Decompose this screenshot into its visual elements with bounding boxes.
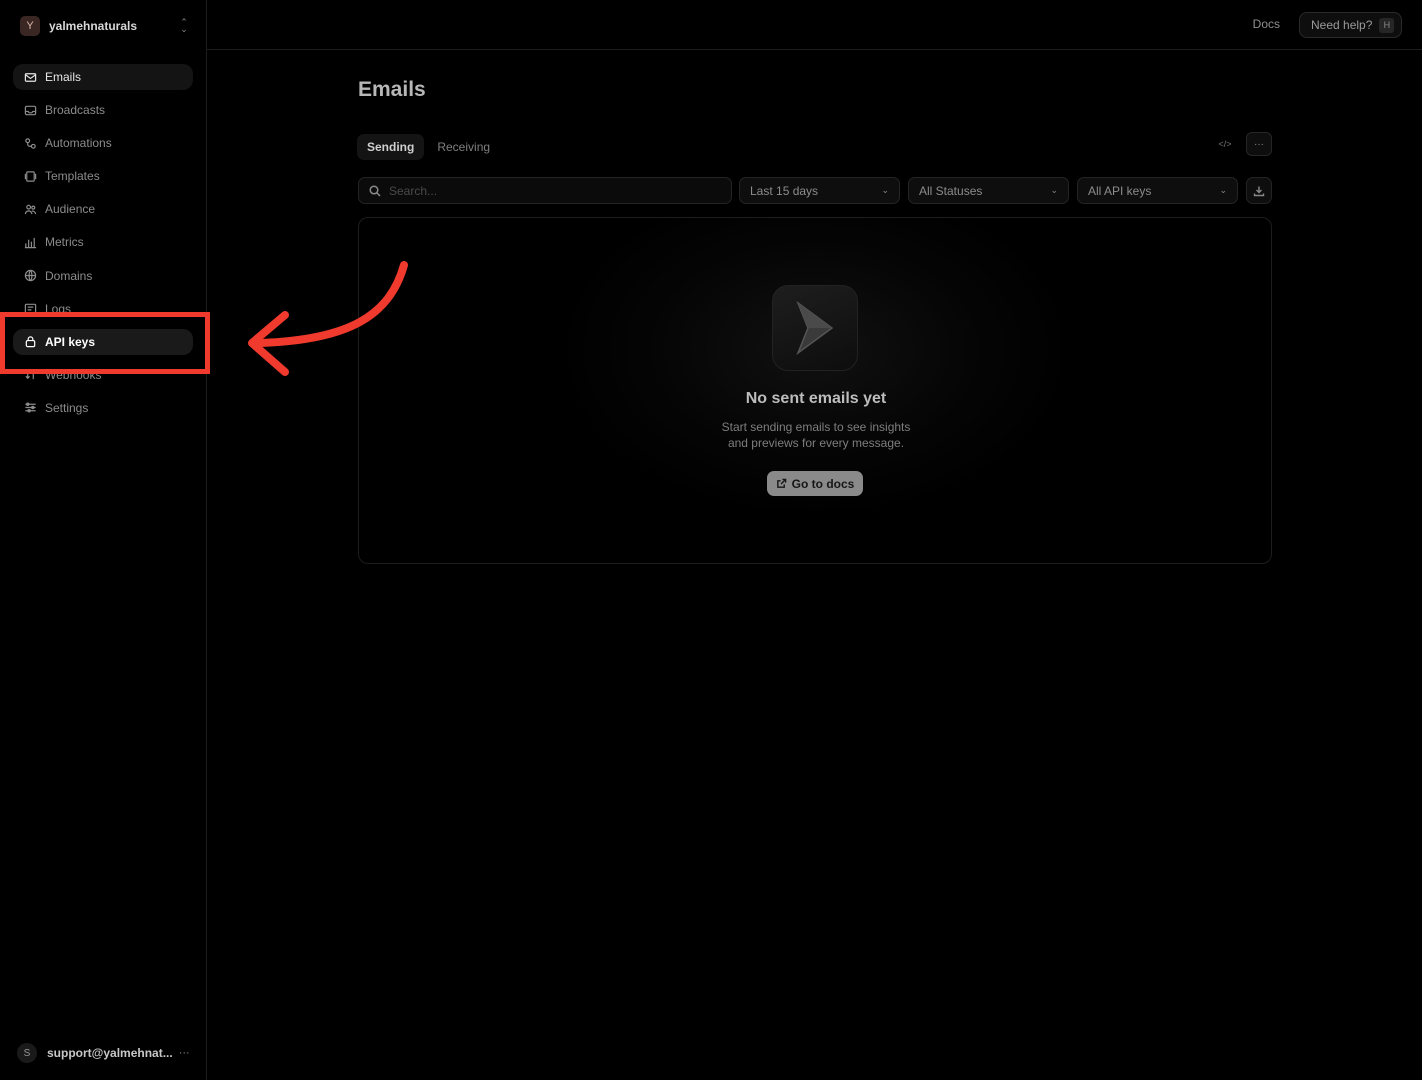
status-value: All Statuses xyxy=(919,183,983,198)
sidebar-item-label: Domains xyxy=(45,268,93,283)
tab-sending[interactable]: Sending xyxy=(357,134,425,160)
sidebar-item-label: API keys xyxy=(45,334,96,349)
sidebar-item-logs[interactable]: Logs xyxy=(13,296,193,322)
template-icon xyxy=(24,170,37,183)
workspace-name: yalmehnaturals xyxy=(49,19,138,33)
sidebar-item-settings[interactable]: Settings xyxy=(13,395,193,421)
search-field xyxy=(358,177,732,204)
go-to-docs-button[interactable]: Go to docs xyxy=(767,471,863,496)
download-icon xyxy=(1253,186,1265,196)
sidebar-item-webhooks[interactable]: Webhooks xyxy=(13,362,193,388)
account-menu[interactable]: S support@yalmehnat... ··· xyxy=(17,1043,197,1063)
page-title: Emails xyxy=(358,78,426,101)
empty-state-title: No sent emails yet xyxy=(745,390,887,407)
resend-logo-icon xyxy=(772,285,858,371)
sidebar-item-broadcasts[interactable]: Broadcasts xyxy=(13,97,193,123)
sidebar-item-audience[interactable]: Audience xyxy=(13,196,193,222)
sidebar-item-label: Metrics xyxy=(45,235,84,250)
sliders-icon xyxy=(24,401,37,414)
empty-state-line: Start sending emails to see insights xyxy=(721,420,911,434)
code-icon[interactable]: </> xyxy=(1212,132,1238,156)
bar-chart-icon xyxy=(24,236,37,249)
empty-state-description: Start sending emails to see insights and… xyxy=(359,419,1271,451)
workspace-avatar: Y xyxy=(20,16,40,36)
docs-link[interactable]: Docs xyxy=(1253,17,1280,31)
tabs: Sending Receiving xyxy=(357,134,503,160)
chevron-down-icon: ⌄ xyxy=(1050,185,1058,195)
sidebar: Y yalmehnaturals ⌃ ⌄ Emails Broadcasts Au… xyxy=(0,0,207,1080)
globe-icon xyxy=(24,269,37,282)
inbox-icon xyxy=(24,104,37,117)
sidebar-item-label: Logs xyxy=(45,301,72,316)
chevron-up-down-icon: ⌃ ⌄ xyxy=(180,17,188,34)
sidebar-item-label: Audience xyxy=(45,202,96,217)
go-to-docs-label: Go to docs xyxy=(791,476,855,491)
mail-icon xyxy=(24,71,37,84)
sidebar-item-label: Automations xyxy=(45,136,112,151)
lock-icon xyxy=(24,335,37,348)
chevron-down-icon: ⌄ xyxy=(1219,185,1227,195)
date-range-select[interactable]: Last 15 days ⌄ xyxy=(739,177,900,204)
logs-icon xyxy=(24,302,37,315)
api-key-select[interactable]: All API keys ⌄ xyxy=(1077,177,1238,204)
search-input[interactable] xyxy=(389,183,709,198)
sidebar-item-label: Settings xyxy=(45,400,89,415)
empty-state-card: No sent emails yet Start sending emails … xyxy=(358,217,1272,564)
keyboard-shortcut: H xyxy=(1379,17,1395,33)
api-key-value: All API keys xyxy=(1088,183,1152,198)
sidebar-nav: Emails Broadcasts Automations Templates … xyxy=(13,64,193,428)
sidebar-item-label: Templates xyxy=(45,169,100,184)
sidebar-item-label: Emails xyxy=(45,70,82,84)
more-icon[interactable]: ··· xyxy=(179,1047,190,1059)
top-bar: Docs Need help? H xyxy=(207,0,1422,50)
sidebar-item-label: Webhooks xyxy=(45,367,102,382)
avatar: S xyxy=(17,1043,37,1063)
chevron-down-icon: ⌄ xyxy=(881,185,889,195)
sidebar-item-api-keys[interactable]: API keys xyxy=(13,328,193,355)
tab-receiving[interactable]: Receiving xyxy=(427,134,500,160)
sidebar-item-templates[interactable]: Templates xyxy=(13,163,193,189)
sidebar-item-metrics[interactable]: Metrics xyxy=(13,229,193,255)
account-email: support@yalmehnat... xyxy=(47,1046,173,1060)
automation-icon xyxy=(24,137,37,150)
export-button[interactable] xyxy=(1246,177,1272,204)
date-range-value: Last 15 days xyxy=(750,183,819,198)
search-icon xyxy=(369,184,381,197)
sidebar-item-automations[interactable]: Automations xyxy=(13,130,193,156)
sidebar-item-label: Broadcasts xyxy=(45,103,106,118)
empty-state-line: and previews for every message. xyxy=(727,436,905,450)
sidebar-item-emails[interactable]: Emails xyxy=(13,64,193,90)
external-link-icon xyxy=(776,478,786,488)
users-icon xyxy=(24,203,37,216)
need-help-button[interactable]: Need help? H xyxy=(1299,12,1402,38)
webhook-icon xyxy=(24,368,37,381)
status-select[interactable]: All Statuses ⌄ xyxy=(908,177,1069,204)
more-options-button[interactable]: ··· xyxy=(1246,132,1272,156)
need-help-label: Need help? xyxy=(1311,18,1373,32)
workspace-switcher[interactable]: Y yalmehnaturals ⌃ ⌄ xyxy=(20,15,190,37)
sidebar-item-domains[interactable]: Domains xyxy=(13,263,193,289)
